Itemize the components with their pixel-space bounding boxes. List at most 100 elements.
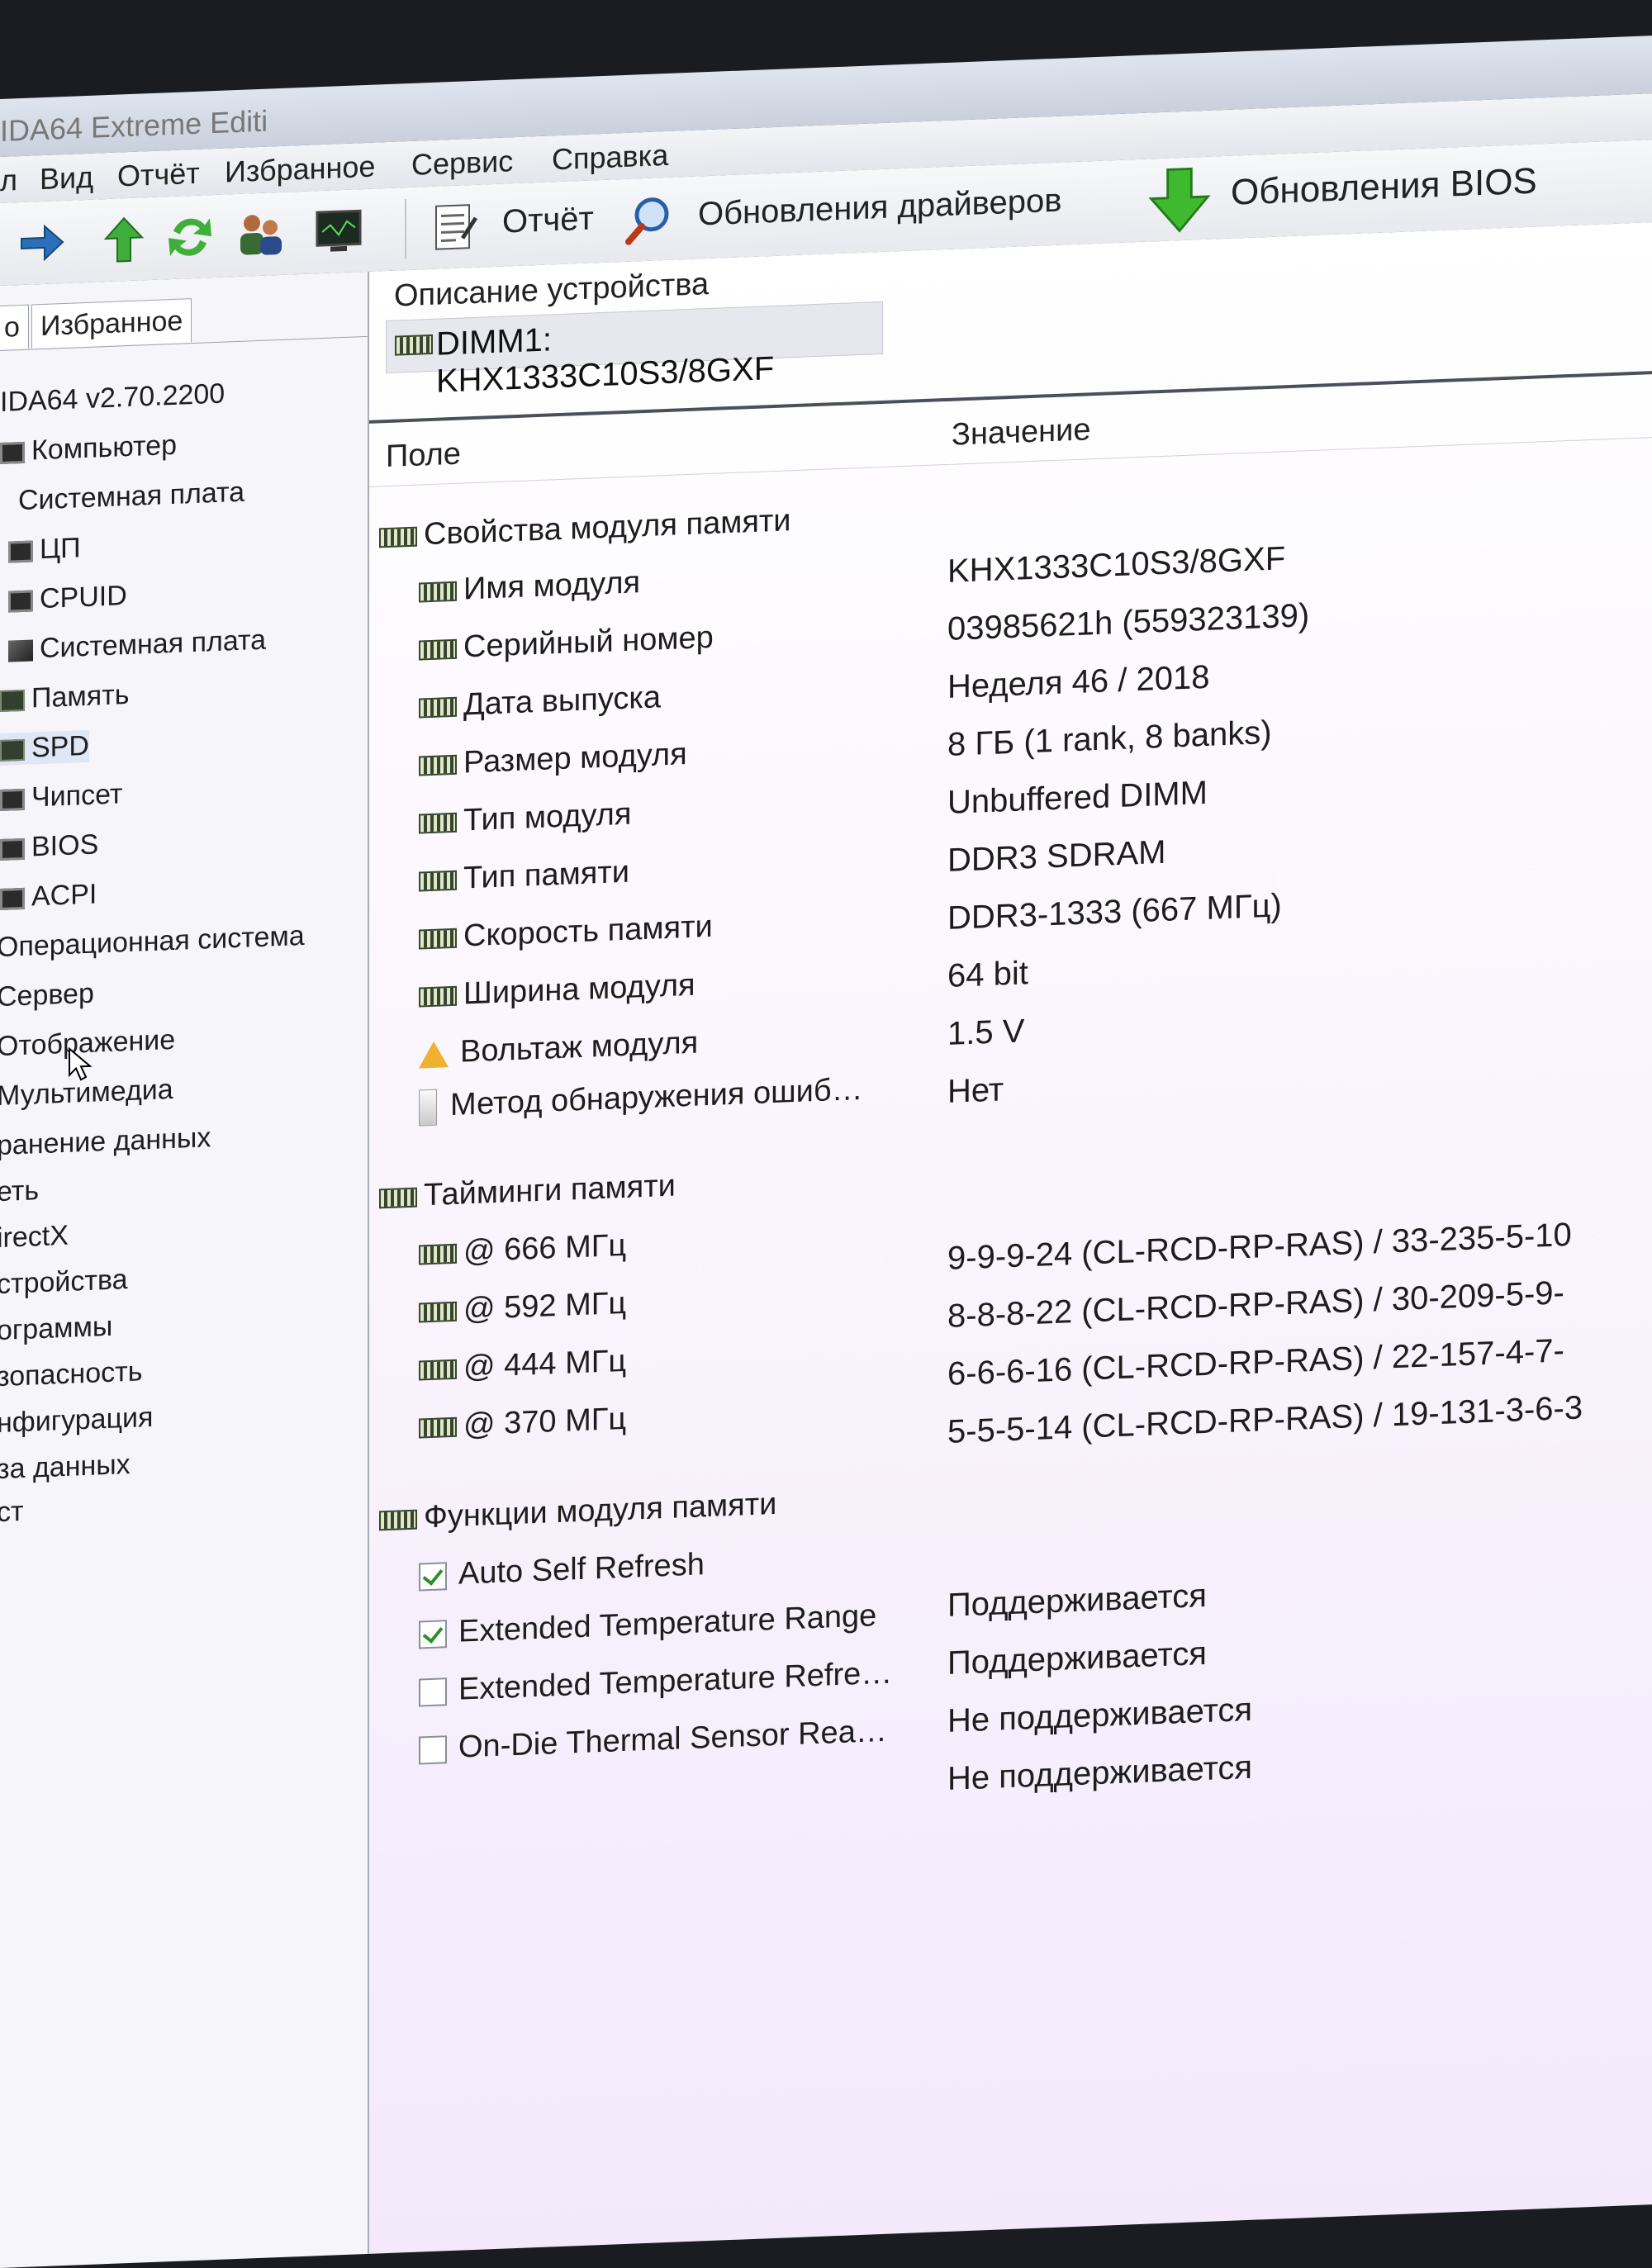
row-module-size[interactable]: Размер модуля	[419, 737, 687, 782]
details-panel: Описание устройства DIMM1: KHX1333C10S3/…	[369, 222, 1652, 2254]
row-serial-number[interactable]: Серийный номер	[419, 620, 714, 667]
device-description-box: DIMM1: KHX1333C10S3/8GXF	[386, 301, 883, 400]
menu-help[interactable]: Справка	[552, 138, 668, 177]
tree-item-os[interactable]: Операционная система	[0, 920, 305, 964]
row-manufacture-date[interactable]: Дата выпуска	[419, 680, 661, 724]
acpi-icon	[0, 887, 25, 911]
row-label: Extended Temperature Refre…	[458, 1655, 893, 1707]
tree-item-security[interactable]: зопасность	[0, 1355, 142, 1393]
row-label: @ 592 МГц	[463, 1285, 627, 1327]
checkbox-checked-icon[interactable]	[419, 1562, 447, 1592]
tree-item-computer[interactable]: Компьютер	[0, 429, 177, 468]
driver-updates-button[interactable]: Обновления драйверов	[698, 183, 1061, 234]
menu-service[interactable]: Сервис	[411, 144, 513, 183]
tree-item-config[interactable]: нфигурация	[0, 1402, 153, 1440]
tree-item-cpu[interactable]: ЦП	[8, 532, 81, 567]
value-module-size: 8 ГБ (1 rank, 8 banks)	[947, 714, 1272, 763]
up-arrow-icon[interactable]	[99, 214, 149, 265]
row-label: @ 370 МГц	[463, 1401, 627, 1443]
row-module-type[interactable]: Тип модуля	[419, 797, 631, 841]
window-title: IDA64 Extreme Editi	[0, 103, 268, 148]
value-memory-speed: DDR3-1333 (667 МГц)	[947, 887, 1282, 937]
memory-module-icon	[419, 638, 457, 661]
magnifier-icon[interactable]	[624, 194, 673, 245]
monitor-icon[interactable]	[314, 206, 363, 257]
row-label: Имя модуля	[463, 565, 641, 607]
column-field[interactable]: Поле	[386, 437, 461, 475]
checkbox-unchecked-icon[interactable]	[419, 1735, 447, 1765]
tree-item-programs[interactable]: ограммы	[0, 1311, 112, 1347]
row-timing-592[interactable]: @ 592 МГц	[419, 1286, 626, 1330]
tree-item-chipset[interactable]: Чипсет	[0, 778, 122, 815]
value-memory-type: DDR3 SDRAM	[947, 833, 1166, 879]
memory-module-icon	[419, 754, 457, 776]
memory-module-icon	[419, 1243, 457, 1265]
tree-label: за данных	[0, 1448, 131, 1486]
value-auto-self-refresh: Поддерживается	[947, 1577, 1207, 1624]
menu-favorites[interactable]: Избранное	[225, 149, 375, 190]
memory-icon	[0, 689, 25, 713]
tree-item-acpi[interactable]: ACPI	[0, 878, 97, 914]
row-label: @ 444 МГц	[463, 1343, 627, 1385]
tree-item-benchmark[interactable]: ст	[0, 1496, 24, 1529]
section-label: Свойства модуля памяти	[424, 503, 791, 553]
row-extended-temp-range[interactable]: Extended Temperature Range	[419, 1598, 876, 1651]
computer-icon	[0, 441, 25, 465]
column-value[interactable]: Значение	[952, 412, 1091, 453]
menu-report[interactable]: Отчёт	[117, 156, 200, 194]
spd-icon	[0, 738, 25, 762]
toolbar-separator	[405, 199, 406, 259]
row-on-die-thermal-sensor[interactable]: On-Die Thermal Sensor Rea…	[419, 1714, 887, 1767]
tree-item-version[interactable]: IDA64 v2.70.2200	[0, 378, 225, 419]
tree-item-database[interactable]: за данных	[0, 1449, 131, 1486]
download-arrow-icon[interactable]	[1144, 163, 1215, 236]
checkbox-checked-icon[interactable]	[419, 1620, 447, 1649]
tree-item-storage[interactable]: ранение данных	[0, 1122, 211, 1162]
forward-arrow-icon[interactable]	[17, 217, 66, 268]
menu-file[interactable]: л	[0, 163, 17, 198]
memory-module-icon	[419, 812, 457, 834]
row-auto-self-refresh[interactable]: Auto Self Refresh	[419, 1547, 705, 1593]
tree-item-spd[interactable]: SPD	[0, 729, 89, 766]
row-timing-666[interactable]: @ 666 МГц	[419, 1228, 626, 1272]
refresh-icon[interactable]	[165, 211, 215, 263]
tree-item-network[interactable]: еть	[0, 1174, 39, 1208]
row-timing-370[interactable]: @ 370 МГц	[419, 1402, 626, 1445]
tree-item-directx[interactable]: irectX	[0, 1220, 69, 1255]
report-button[interactable]: Отчёт	[502, 200, 594, 240]
row-label: Auto Self Refresh	[458, 1547, 705, 1592]
row-label: Серийный номер	[463, 619, 714, 665]
row-memory-speed[interactable]: Скорость памяти	[419, 909, 713, 956]
chipset-icon	[0, 788, 25, 812]
tree-item-motherboard[interactable]: Системная плата	[0, 477, 244, 518]
tree-item-bios[interactable]: BIOS	[0, 828, 98, 865]
row-memory-type[interactable]: Тип памяти	[419, 855, 629, 899]
report-icon[interactable]	[430, 202, 479, 253]
row-module-name[interactable]: Имя модуля	[419, 565, 640, 609]
row-extended-temp-refresh[interactable]: Extended Temperature Refre…	[419, 1656, 892, 1710]
tree-item-motherboard-sub[interactable]: Системная плата	[8, 624, 266, 667]
tree-item-memory[interactable]: Память	[0, 679, 129, 716]
row-module-width[interactable]: Ширина модуля	[419, 968, 695, 1014]
tab-menu[interactable]: о	[0, 304, 29, 350]
row-label: Метод обнаружения ошиб…	[450, 1071, 863, 1123]
tree-item-server[interactable]: Сервер	[0, 978, 94, 1014]
tree-label: SPD	[31, 729, 89, 764]
memory-module-icon	[419, 1301, 457, 1323]
expand-icon	[0, 491, 12, 514]
users-icon[interactable]	[235, 209, 285, 260]
memory-module-icon	[419, 1359, 457, 1381]
tree-label: irectX	[0, 1219, 69, 1255]
row-label: Размер модуля	[463, 737, 687, 781]
tree-label: ранение данных	[0, 1122, 211, 1162]
row-label: Скорость памяти	[463, 909, 713, 954]
menu-view[interactable]: Вид	[40, 160, 93, 197]
row-error-detection[interactable]: Метод обнаружения ошиб…	[419, 1072, 863, 1127]
checkbox-unchecked-icon[interactable]	[419, 1677, 447, 1707]
bios-updates-button[interactable]: Обновления BIOS	[1231, 161, 1537, 214]
tree-item-cpuid[interactable]: CPUID	[8, 580, 127, 617]
tree-item-devices[interactable]: стройства	[0, 1264, 128, 1301]
tab-favorites[interactable]: Избранное	[31, 298, 192, 349]
row-timing-444[interactable]: @ 444 МГц	[419, 1344, 626, 1388]
row-module-voltage[interactable]: Вольтаж модуля	[419, 1026, 698, 1072]
